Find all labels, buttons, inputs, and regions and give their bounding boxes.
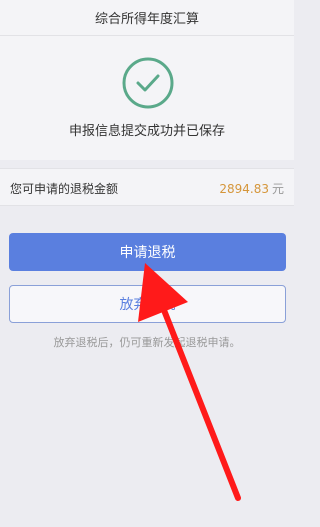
red-arrow-annotation bbox=[138, 263, 241, 501]
